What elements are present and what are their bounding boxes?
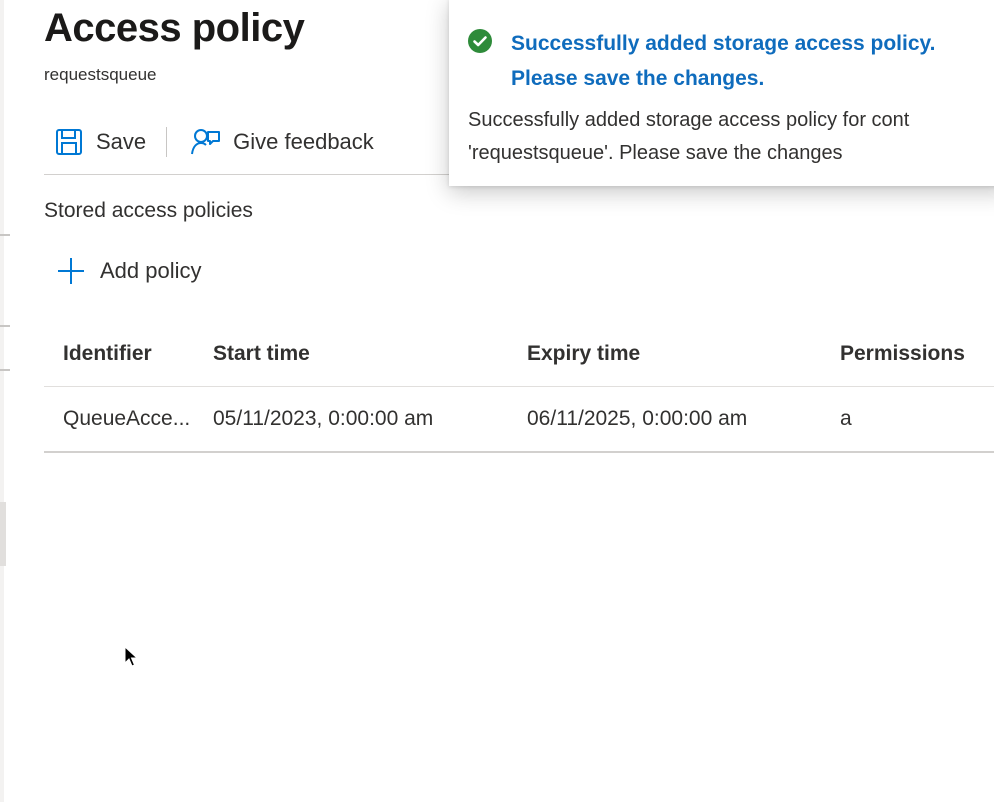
table-row[interactable]: QueueAcce... 05/11/2023, 0:00:00 am 06/1… [44, 387, 994, 453]
notification-title: Successfully added storage access policy… [511, 26, 981, 96]
access-policy-page: Access policy requestsqueue Save Give fe… [0, 0, 994, 802]
success-check-icon [468, 29, 492, 53]
add-policy-button[interactable]: Add policy [56, 250, 202, 292]
command-bar: Save Give feedback [44, 118, 384, 166]
left-nav-divider [0, 369, 10, 371]
mouse-pointer-icon [124, 646, 138, 667]
notification-message-line: 'requestsqueue'. Please save the changes [468, 142, 843, 164]
give-feedback-label: Give feedback [233, 129, 374, 154]
save-button[interactable]: Save [44, 120, 156, 164]
left-nav-divider [0, 325, 10, 327]
permissions-cell: a [840, 407, 852, 430]
access-policy-table: Identifier Start time Expiry time Permis… [44, 322, 994, 453]
left-nav-edge [0, 0, 4, 802]
left-nav-scrollbar[interactable] [0, 502, 6, 566]
column-header-start-time[interactable]: Start time [213, 342, 527, 366]
success-notification[interactable]: Successfully added storage access policy… [449, 0, 994, 186]
expiry-time-cell: 06/11/2025, 0:00:00 am [527, 407, 748, 430]
notification-title-line: Please save the changes. [511, 67, 765, 90]
notification-message: Successfully added storage access policy… [468, 104, 909, 170]
toolbar-separator [166, 127, 168, 157]
column-header-expiry-time[interactable]: Expiry time [527, 342, 840, 366]
save-icon [56, 129, 82, 155]
left-nav-divider [0, 234, 10, 236]
feedback-icon [191, 129, 221, 155]
section-heading: Stored access policies [44, 199, 253, 222]
page-title: Access policy [44, 6, 305, 50]
give-feedback-button[interactable]: Give feedback [179, 120, 384, 164]
page-subtitle: requestsqueue [44, 65, 157, 84]
column-header-permissions[interactable]: Permissions [840, 342, 994, 366]
plus-icon [58, 258, 84, 284]
start-time-cell: 05/11/2023, 0:00:00 am [213, 407, 434, 430]
add-policy-label: Add policy [100, 258, 202, 283]
table-header-row: Identifier Start time Expiry time Permis… [44, 322, 994, 387]
notification-title-line: Successfully added storage access policy… [511, 32, 936, 55]
identifier-cell: QueueAcce... [63, 407, 191, 430]
notification-message-line: Successfully added storage access policy… [468, 109, 910, 131]
column-header-identifier[interactable]: Identifier [44, 342, 213, 366]
save-label: Save [96, 129, 147, 154]
